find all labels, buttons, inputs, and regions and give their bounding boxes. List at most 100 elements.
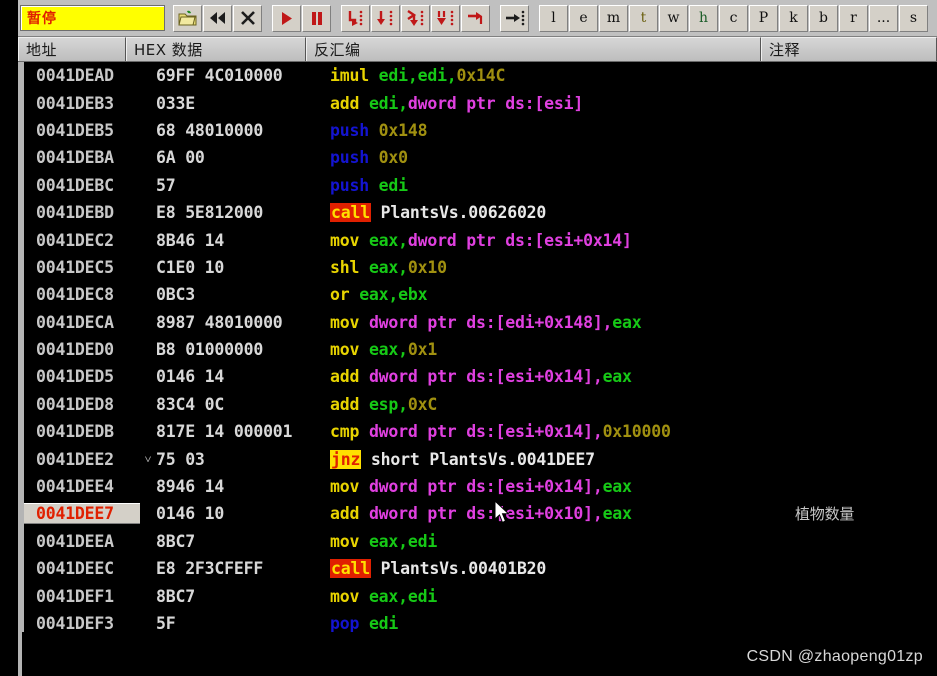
asm-token-mn: cmp [330, 422, 369, 442]
windows-button[interactable]: w [659, 4, 688, 32]
arrow-to-dots-icon [505, 10, 524, 26]
asm-token-mem: dword ptr ds:[esi+0x14], [368, 367, 603, 387]
debug-status-label: 暂停 [27, 11, 57, 27]
threads-button[interactable]: t [629, 4, 658, 32]
table-row[interactable]: 0041DEBD E8 5E812000 call PlantsVs.0062602… [24, 199, 937, 226]
row-hex-bytes: 69FF 4C010000 [156, 66, 283, 86]
row-address: 0041DEE7 [24, 503, 140, 525]
open-file-button[interactable] [173, 4, 202, 32]
table-row[interactable]: 0041DEB3 033E add edi,dword ptr ds:[esi] [24, 89, 937, 116]
table-row[interactable]: 0041DEB5 68 48010000 push 0x148 [24, 117, 937, 144]
row-address: 0041DEAD [36, 66, 114, 86]
row-hex-bytes: 68 48010000 [156, 120, 264, 140]
asm-token-reg: edi,edi, [378, 66, 457, 86]
trace-over-icon [436, 10, 453, 26]
table-row[interactable]: 0041DEF3 5F pop edi [24, 610, 937, 632]
table-row[interactable]: 0041DEC2 8B46 14 mov eax,dword ptr ds:[esi… [24, 226, 937, 253]
row-address: 0041DEB5 [36, 120, 114, 140]
patches-button[interactable]: P [749, 4, 778, 32]
breakpoints-button[interactable]: b [809, 4, 838, 32]
handles-button[interactable]: h [689, 4, 718, 32]
column-header-hex[interactable]: HEX 数据 [126, 37, 306, 61]
row-disassembly: push 0x0 [330, 148, 785, 167]
table-row[interactable]: 0041DEEA 8BC7 mov eax,edi [24, 528, 937, 555]
table-row[interactable]: 0041DEE2 ˅ 75 03 jnz short PlantsVs.0041DEE… [24, 445, 937, 472]
restart-button[interactable] [203, 4, 232, 32]
asm-token-mn: add [330, 394, 369, 414]
column-header-disassembly[interactable]: 反汇编 [306, 37, 761, 61]
row-hex-bytes: C1E0 10 [156, 257, 225, 277]
call-stack-button[interactable]: k [779, 4, 808, 32]
references-button[interactable]: r [839, 4, 868, 32]
call-stack-label: k [789, 9, 798, 26]
asm-token-num: 0x148 [378, 120, 428, 140]
memory-map-button[interactable]: m [599, 4, 628, 32]
table-row[interactable]: 0041DEEC E8 2F3CFEFF call PlantsVs.00401B2… [24, 555, 937, 582]
table-row[interactable]: 0041DEC5 C1E0 10 shl eax,0x10 [24, 254, 937, 281]
asm-token-jcc: jnz [330, 449, 362, 469]
row-disassembly: call PlantsVs.00626020 [330, 203, 785, 223]
asm-token-mn: imul [330, 66, 379, 86]
asm-token-mn: mov [330, 531, 369, 551]
row-address: 0041DEEC [36, 559, 114, 579]
asm-token-reg: eax [602, 367, 632, 387]
row-hex-bytes: 8BC7 [156, 531, 195, 551]
trace-over-button[interactable] [431, 4, 460, 32]
close-button[interactable] [233, 4, 262, 32]
row-disassembly: jnz short PlantsVs.0041DEE7 [330, 449, 785, 469]
run-button[interactable] [272, 4, 301, 32]
table-row[interactable]: 0041DEBA 6A 00 push 0x0 [24, 144, 937, 171]
table-row[interactable]: 0041DED5 0146 14 add dword ptr ds:[esi+0x1… [24, 363, 937, 390]
asm-token-reg: edi, [368, 93, 408, 113]
table-row[interactable]: 0041DEE7 0146 10 add dword ptr ds:[esi+0x1… [24, 500, 937, 527]
table-row[interactable]: 0041DEDB 817E 14 000001 cmp dword ptr ds:[… [24, 418, 937, 445]
asm-token-num: 0x1 [407, 340, 438, 360]
jump-marker: ˅ [144, 451, 152, 466]
table-row[interactable]: 0041DEBC 57 push edi [24, 172, 937, 199]
ollydbg-cpu-window: 暂停 l e m t w h c P k b r ... s 地址 HEX 数据… [0, 0, 937, 676]
run-to-selection-button[interactable] [500, 4, 529, 32]
row-hex-bytes: B8 01000000 [156, 340, 264, 360]
step-over-button[interactable] [371, 4, 400, 32]
execute-till-return-button[interactable] [461, 4, 490, 32]
table-row[interactable]: 0041DEAD 69FF 4C010000 imul edi,edi,0x14C [24, 62, 937, 89]
pause-button[interactable] [302, 4, 331, 32]
asm-token-mem: dword ptr ds:[esi+0x14], [368, 477, 603, 497]
asm-token-mn: add [330, 367, 369, 387]
row-address: 0041DED5 [36, 367, 114, 387]
asm-token-push: push [330, 175, 379, 195]
executable-modules-button[interactable]: e [569, 4, 598, 32]
row-disassembly: add dword ptr ds:[esi+0x14],eax [330, 367, 785, 386]
asm-token-reg: eax [602, 477, 632, 497]
column-header-bar: 地址 HEX 数据 反汇编 注释 [18, 37, 937, 62]
column-header-comment-label: 注释 [769, 41, 801, 59]
row-disassembly: or eax,ebx [330, 285, 785, 304]
folder-open-icon [178, 10, 197, 25]
table-row[interactable]: 0041DED0 B8 01000000 mov eax,0x1 [24, 336, 937, 363]
asm-token-reg: eax, [368, 257, 408, 277]
cpu-button[interactable]: c [719, 4, 748, 32]
run-trace-button[interactable]: ... [869, 4, 898, 32]
row-hex-bytes: 5F [156, 614, 176, 632]
step-into-button[interactable] [341, 4, 370, 32]
asm-token-reg: edi [368, 614, 399, 632]
trace-into-button[interactable] [401, 4, 430, 32]
table-row[interactable]: 0041DED8 83C4 0C add esp,0xC [24, 391, 937, 418]
disassembly-pane[interactable]: 0041DEAD 69FF 4C010000 imul edi,edi,0x14C 0… [18, 62, 937, 632]
row-address: 0041DEDB [36, 422, 114, 442]
executable-modules-label: e [579, 9, 588, 26]
source-button[interactable]: s [899, 4, 928, 32]
run-trace-label: ... [876, 9, 891, 26]
asm-token-push: push [330, 148, 379, 168]
column-header-comment[interactable]: 注释 [761, 37, 937, 61]
table-row[interactable]: 0041DEE4 8946 14 mov dword ptr ds:[esi+0x1… [24, 473, 937, 500]
table-row[interactable]: 0041DEF1 8BC7 mov eax,edi [24, 582, 937, 609]
asm-token-num: 0xC [407, 394, 438, 414]
cpu-label: c [729, 9, 738, 26]
column-header-address[interactable]: 地址 [18, 37, 126, 61]
log-window-button[interactable]: l [539, 4, 568, 32]
row-address: 0041DEEA [36, 531, 114, 551]
table-row[interactable]: 0041DECA 8987 48010000 mov dword ptr ds:[e… [24, 309, 937, 336]
row-address: 0041DEBC [36, 175, 114, 195]
table-row[interactable]: 0041DEC8 0BC3 or eax,ebx [24, 281, 937, 308]
